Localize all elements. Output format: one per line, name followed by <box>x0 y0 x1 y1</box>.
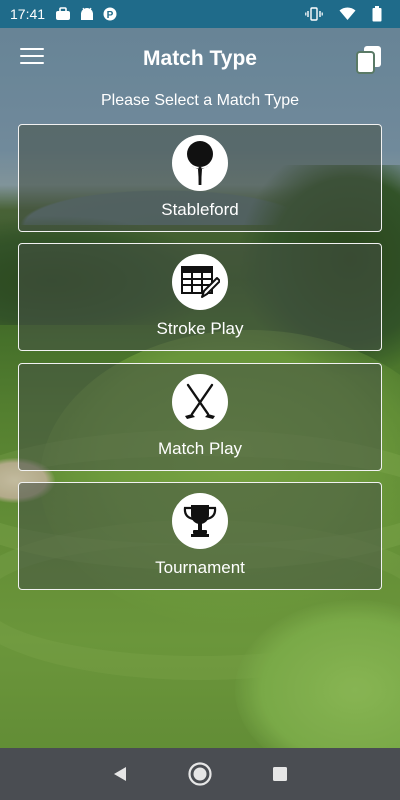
stroke-play-option-button[interactable]: Stroke Play <box>18 243 382 351</box>
option-label-stroke-play: Stroke Play <box>156 319 244 338</box>
briefcase-icon <box>55 7 71 21</box>
app-header: Match Type <box>0 28 400 90</box>
home-icon[interactable] <box>187 761 213 787</box>
android-icon <box>79 7 95 21</box>
battery-icon <box>372 6 382 22</box>
back-icon[interactable] <box>107 761 133 787</box>
status-time: 17:41 <box>10 6 46 22</box>
trophy-icon <box>172 493 228 549</box>
status-bar: 17:41 P <box>0 0 400 28</box>
option-label-stableford: Stableford <box>161 200 239 219</box>
option-label-tournament: Tournament <box>155 558 245 577</box>
wifi-icon <box>339 7 356 21</box>
copy-icon[interactable] <box>354 44 384 74</box>
match-play-option-button[interactable]: Match Play <box>18 363 382 471</box>
vibrate-icon <box>305 7 323 21</box>
system-nav-bar <box>0 748 400 800</box>
option-label-match-play: Match Play <box>157 439 243 458</box>
scorecard-pencil-icon <box>172 254 228 310</box>
stableford-option-button[interactable]: Stableford <box>18 124 382 232</box>
crossed-golf-clubs-icon <box>172 374 228 430</box>
page-title: Match Type <box>143 47 257 70</box>
page-subtitle: Please Select a Match Type <box>100 92 300 109</box>
recents-icon[interactable] <box>267 761 293 787</box>
hamburger-menu-icon[interactable] <box>20 48 44 68</box>
p-app-icon: P <box>103 7 117 21</box>
svg-text:P: P <box>107 10 114 21</box>
tournament-option-button[interactable]: Tournament <box>18 482 382 590</box>
golf-ball-tee-icon <box>172 135 228 191</box>
